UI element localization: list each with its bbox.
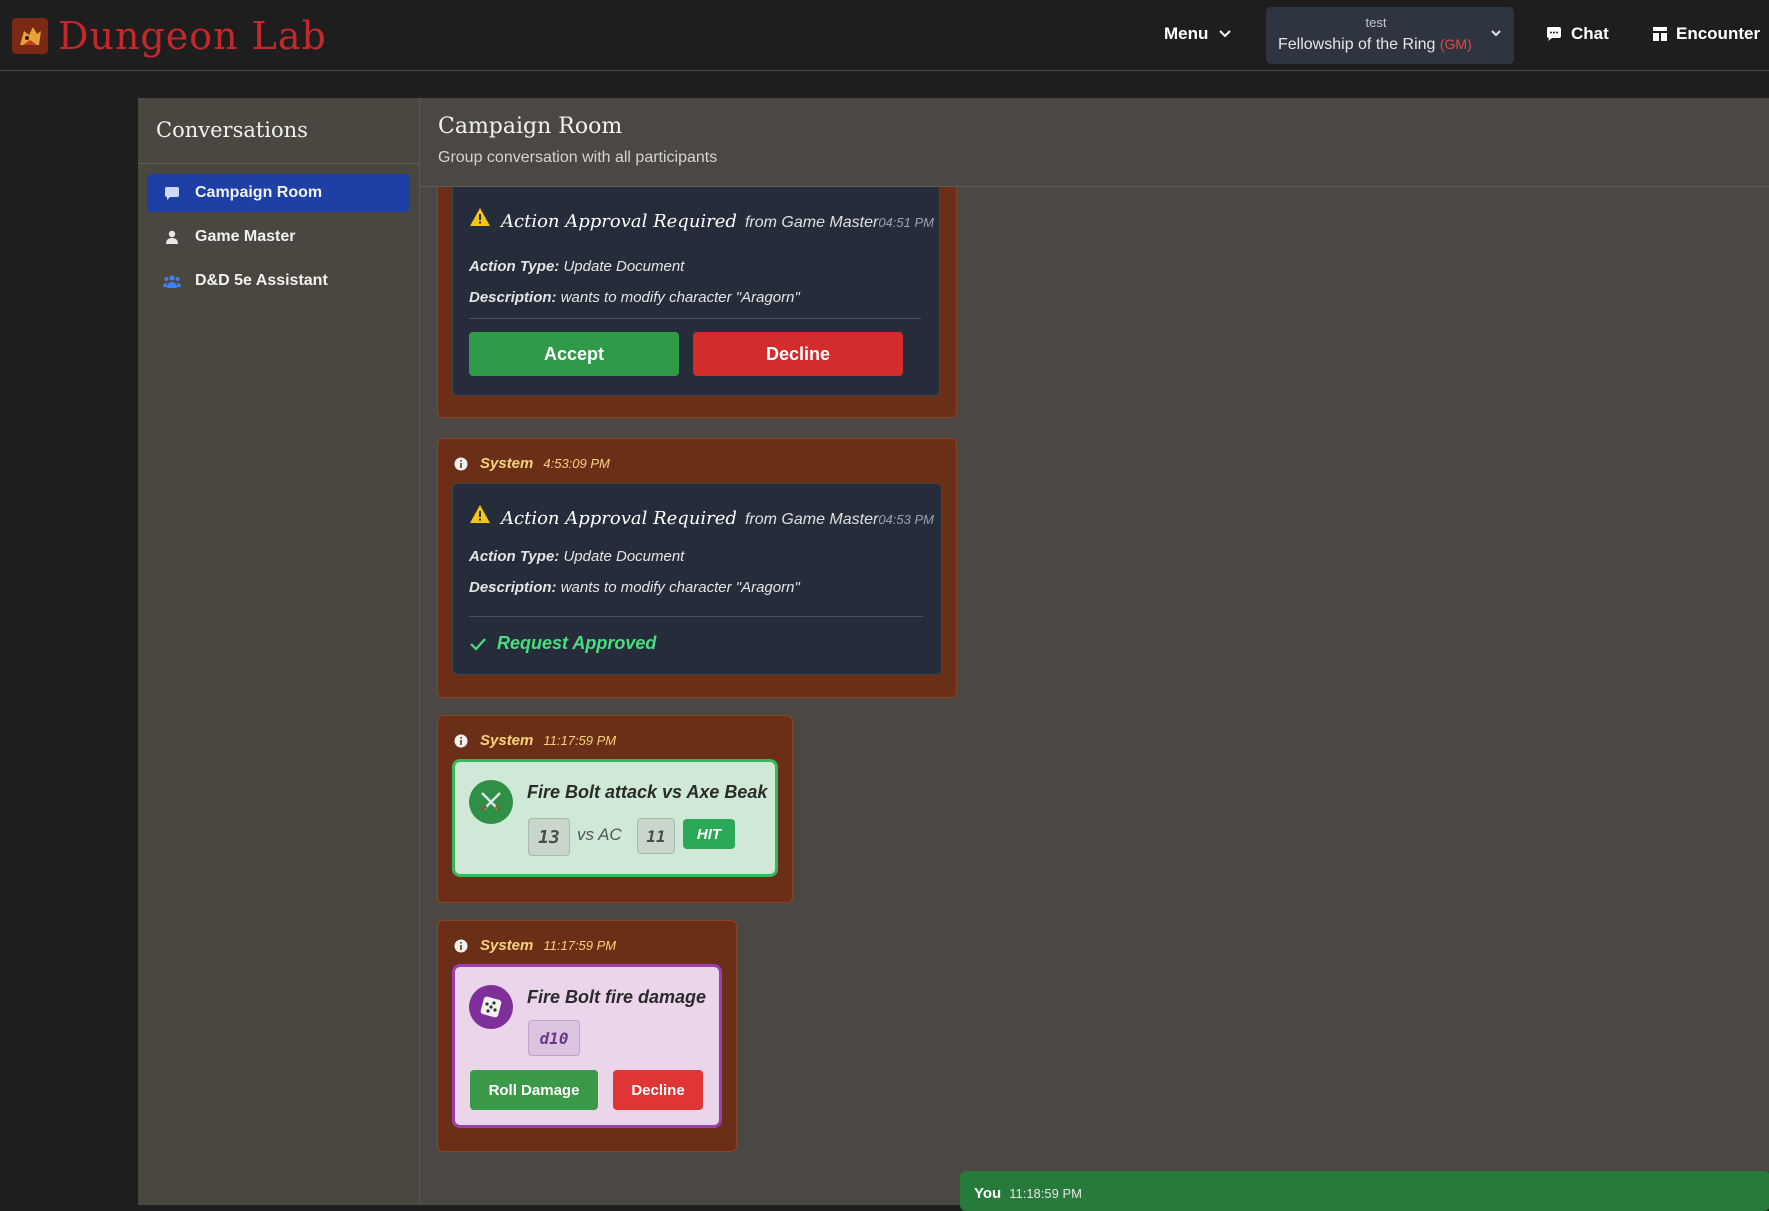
damage-dice: d10 bbox=[528, 1020, 580, 1056]
user-message: You 11:18:59 PM bbox=[960, 1171, 1769, 1211]
message-time: 4:53:09 PM bbox=[543, 456, 610, 471]
message-sender: System bbox=[480, 732, 534, 749]
encounter-nav-button[interactable]: Encounter bbox=[1652, 24, 1760, 44]
system-message: System 11:17:59 PM Fire Bolt attack vs A… bbox=[437, 715, 793, 903]
message-time: 11:17:59 PM bbox=[543, 938, 617, 953]
approval-time: 04:53 PM bbox=[878, 512, 934, 527]
action-approval-card: Action Approval Required from Game Maste… bbox=[452, 483, 942, 675]
attack-roll-card: Fire Bolt attack vs Axe Beak 13 vs AC 11… bbox=[452, 759, 778, 877]
description-value: wants to modify character "Aragorn" bbox=[560, 289, 800, 306]
sidebar-item-campaign-room[interactable]: Campaign Room bbox=[147, 174, 410, 212]
chat-label: Chat bbox=[1571, 24, 1609, 43]
page-title: Campaign Room bbox=[438, 114, 623, 139]
campaign-name: Fellowship of the Ring (GM) bbox=[1278, 36, 1472, 54]
chat-nav-button[interactable]: Chat bbox=[1545, 24, 1609, 44]
approval-status: Request Approved bbox=[469, 633, 656, 654]
description-line: Description: wants to modify character "… bbox=[469, 289, 800, 306]
chevron-down-icon bbox=[1491, 30, 1501, 37]
group-icon bbox=[161, 273, 183, 289]
description-label: Description: bbox=[469, 579, 557, 596]
action-type-label: Action Type: bbox=[469, 548, 560, 565]
message-header: System 11:17:59 PM bbox=[454, 937, 616, 954]
description-label: Description: bbox=[469, 289, 557, 306]
chat-icon bbox=[1547, 27, 1561, 41]
hit-badge: HIT bbox=[683, 819, 735, 849]
user-icon bbox=[161, 229, 183, 245]
campaign-role-badge: (GM) bbox=[1439, 36, 1472, 52]
brand-name: Dungeon Lab bbox=[58, 14, 327, 58]
encounter-layout-icon bbox=[1653, 27, 1667, 41]
action-type-line: Action Type: Update Document bbox=[469, 258, 684, 275]
damage-roll-card: Fire Bolt fire damage d10 Roll Damage De… bbox=[452, 964, 722, 1128]
encounter-label: Encounter bbox=[1676, 24, 1761, 43]
campaign-selector[interactable]: test Fellowship of the Ring (GM) bbox=[1266, 7, 1514, 64]
sidebar-item-label: Game Master bbox=[195, 228, 296, 245]
attack-roll-value: 13 bbox=[528, 818, 570, 856]
approval-title: Action Approval Required bbox=[501, 508, 737, 529]
message-sender: System bbox=[480, 937, 534, 954]
system-message: System 4:53:09 PM Action Approval Requir… bbox=[437, 438, 957, 698]
message-header: System 11:17:59 PM bbox=[454, 732, 616, 749]
description-value: wants to modify character "Aragorn" bbox=[560, 579, 800, 596]
chat-bubble-icon bbox=[161, 185, 183, 201]
menu-dropdown[interactable]: Menu bbox=[1164, 24, 1232, 44]
sidebar-item-label: D&D 5e Assistant bbox=[195, 272, 328, 289]
action-approval-card: Action Approval Required from Game Maste… bbox=[452, 187, 940, 396]
warning-icon bbox=[470, 208, 490, 226]
dragon-logo-icon bbox=[12, 18, 48, 54]
vs-ac-label: vs AC bbox=[577, 825, 622, 844]
armor-class-value: 11 bbox=[637, 818, 675, 854]
sidebar-item-game-master[interactable]: Game Master bbox=[147, 218, 410, 256]
accept-button[interactable]: Accept bbox=[469, 332, 679, 376]
approval-from: from Game Master bbox=[744, 214, 879, 231]
action-type-value: Update Document bbox=[563, 548, 685, 565]
approval-header: Action Approval Required from Game Maste… bbox=[469, 207, 934, 232]
campaign-title: Fellowship of the Ring bbox=[1278, 36, 1436, 53]
message-sender: You bbox=[974, 1185, 1002, 1202]
message-time: 11:17:59 PM bbox=[543, 733, 617, 748]
warning-icon bbox=[470, 505, 490, 523]
message-sender: System bbox=[480, 455, 534, 472]
approval-status-text: Request Approved bbox=[497, 633, 657, 653]
action-type-value: Update Document bbox=[563, 258, 685, 275]
chat-main-panel: Campaign Room Group conversation with al… bbox=[420, 98, 1769, 1211]
divider bbox=[469, 318, 921, 319]
check-icon bbox=[470, 637, 486, 651]
info-icon bbox=[454, 734, 468, 747]
chat-header: Campaign Room Group conversation with al… bbox=[420, 98, 1769, 187]
approval-from: from Game Master bbox=[744, 511, 879, 528]
sidebar-title: Conversations bbox=[138, 98, 419, 164]
divider bbox=[469, 616, 923, 617]
info-icon bbox=[454, 939, 468, 952]
attack-title: Fire Bolt attack vs Axe Beak bbox=[527, 782, 768, 802]
message-header: System 4:53:09 PM bbox=[454, 455, 610, 472]
campaign-label: test bbox=[1365, 15, 1387, 30]
info-icon bbox=[454, 457, 468, 470]
menu-label: Menu bbox=[1164, 24, 1209, 43]
message-time: 11:18:59 PM bbox=[1009, 1186, 1082, 1201]
description-line: Description: wants to modify character "… bbox=[469, 579, 800, 596]
action-type-label: Action Type: bbox=[469, 258, 560, 275]
decline-button[interactable]: Decline bbox=[693, 332, 903, 376]
decline-damage-button[interactable]: Decline bbox=[613, 1070, 703, 1110]
system-message: System 11:17:59 PM Fire Bolt fire damage… bbox=[437, 920, 737, 1152]
system-message: Action Approval Required from Game Maste… bbox=[437, 187, 957, 418]
sidebar-item-dnd-assistant[interactable]: D&D 5e Assistant bbox=[147, 262, 410, 300]
conversations-sidebar: Conversations Campaign Room Game Master … bbox=[138, 98, 420, 1205]
page-subtitle: Group conversation with all participants bbox=[438, 149, 718, 166]
brand[interactable]: Dungeon Lab bbox=[12, 14, 327, 58]
roll-damage-button[interactable]: Roll Damage bbox=[470, 1070, 598, 1110]
dice-icon bbox=[469, 985, 513, 1029]
message-header: You 11:18:59 PM bbox=[974, 1185, 1082, 1202]
approval-time: 04:51 PM bbox=[878, 215, 934, 230]
approval-header: Action Approval Required from Game Maste… bbox=[469, 504, 934, 529]
damage-title: Fire Bolt fire damage bbox=[527, 987, 707, 1007]
chevron-down-icon bbox=[1219, 30, 1232, 38]
sidebar-item-label: Campaign Room bbox=[195, 184, 323, 201]
crossed-swords-icon bbox=[469, 780, 513, 824]
top-navbar: Dungeon Lab Menu test Fellowship of the … bbox=[0, 0, 1769, 71]
approval-title: Action Approval Required bbox=[501, 211, 737, 232]
action-type-line: Action Type: Update Document bbox=[469, 548, 684, 565]
